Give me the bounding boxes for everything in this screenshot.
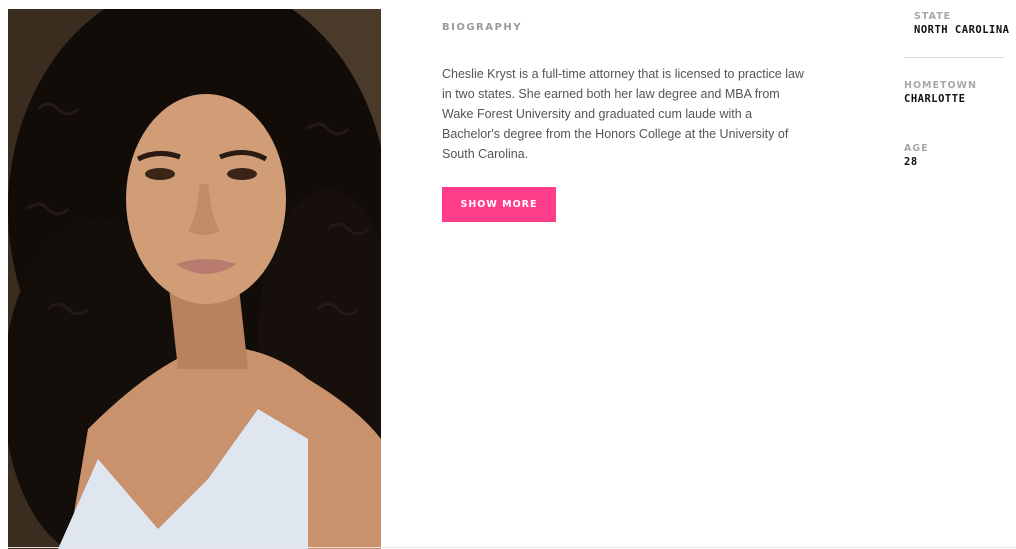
stats-divider <box>904 57 1004 58</box>
age-value: 28 <box>904 156 918 168</box>
state-value: NORTH CAROLINA <box>914 24 1010 36</box>
hometown-value: CHARLOTTE <box>904 93 966 105</box>
hometown-label: HOMETOWN <box>904 80 977 91</box>
age-label: AGE <box>904 143 929 154</box>
portrait-photo <box>8 9 381 549</box>
show-more-button[interactable]: SHOW MORE <box>442 187 556 222</box>
bottom-divider <box>8 547 1016 548</box>
biography-text: Cheslie Kryst is a full-time attorney th… <box>442 67 804 161</box>
state-label: STATE <box>914 11 952 22</box>
biography-heading: BIOGRAPHY <box>442 22 522 33</box>
